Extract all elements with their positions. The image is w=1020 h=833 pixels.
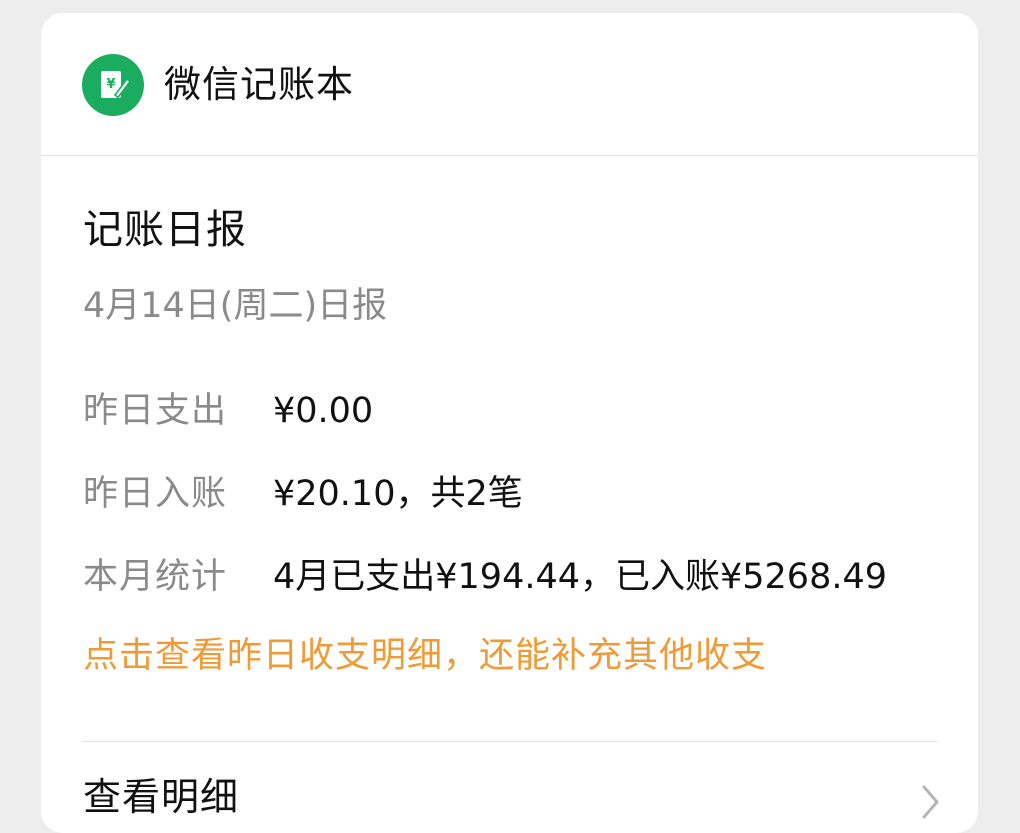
app-name: 微信记账本 [164, 63, 354, 106]
view-details-button[interactable]: 查看明细 [41, 742, 978, 833]
row-label: 本月统计 [83, 557, 228, 597]
row-value: 4月已支出¥194.44，已入账¥5268.49 [273, 557, 888, 597]
row-label: 昨日支出 [83, 391, 228, 431]
details-hint-link[interactable]: 点击查看昨日收支明细，还能补充其他收支 [83, 633, 767, 679]
report-title: 记账日报 [83, 207, 247, 253]
chevron-right-icon [921, 784, 941, 824]
svg-text:¥: ¥ [106, 77, 115, 92]
card-header: ¥ 微信记账本 [41, 13, 978, 156]
view-details-label: 查看明细 [83, 775, 240, 819]
report-date: 4月14日(周二)日报 [83, 286, 388, 326]
daily-report-card[interactable]: ¥ 微信记账本 记账日报 4月14日(周二)日报 昨日支出 ¥0.00 昨日入账… [41, 13, 978, 833]
row-value: ¥20.10，共2笔 [273, 474, 523, 514]
row-label: 昨日入账 [83, 474, 228, 514]
ledger-yen-icon: ¥ [82, 54, 144, 116]
row-value: ¥0.00 [273, 391, 374, 431]
